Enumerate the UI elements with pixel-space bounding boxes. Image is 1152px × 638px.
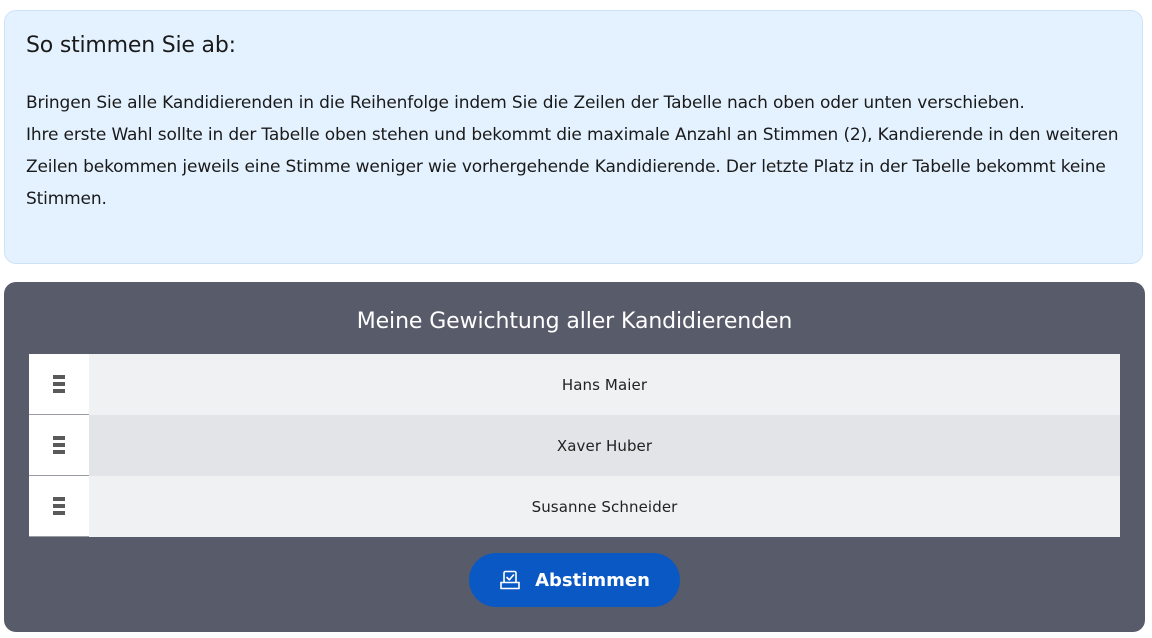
candidate-name: Susanne Schneider <box>89 476 1120 537</box>
ranking-panel: Meine Gewichtung aller Kandidierenden Ha… <box>4 282 1145 632</box>
vote-button[interactable]: Abstimmen <box>469 553 680 607</box>
candidate-row[interactable]: Susanne Schneider <box>29 476 1120 537</box>
ballot-box-icon <box>499 570 521 590</box>
instructions-title: So stimmen Sie ab: <box>26 33 236 58</box>
drag-handle-icon[interactable] <box>29 354 89 415</box>
candidate-ranking-table: Hans Maier Xaver Huber Susanne Schneider <box>29 354 1120 537</box>
drag-handle-icon[interactable] <box>29 415 89 476</box>
vote-button-label: Abstimmen <box>535 569 650 591</box>
instructions-paragraph: Bringen Sie alle Kandidierenden in die R… <box>26 93 1025 113</box>
ranking-title: Meine Gewichtung aller Kandidierenden <box>356 309 793 334</box>
candidate-name: Hans Maier <box>89 354 1120 415</box>
voting-instructions: So stimmen Sie ab: Bringen Sie alle Kand… <box>4 10 1143 264</box>
candidate-row[interactable]: Hans Maier <box>29 354 1120 415</box>
instructions-paragraph: Ihre erste Wahl sollte in der Tabelle ob… <box>26 125 1119 209</box>
candidate-row[interactable]: Xaver Huber <box>29 415 1120 476</box>
instructions-text: Bringen Sie alle Kandidierenden in die R… <box>26 87 1121 215</box>
drag-handle-icon[interactable] <box>29 476 89 537</box>
candidate-name: Xaver Huber <box>89 415 1120 476</box>
